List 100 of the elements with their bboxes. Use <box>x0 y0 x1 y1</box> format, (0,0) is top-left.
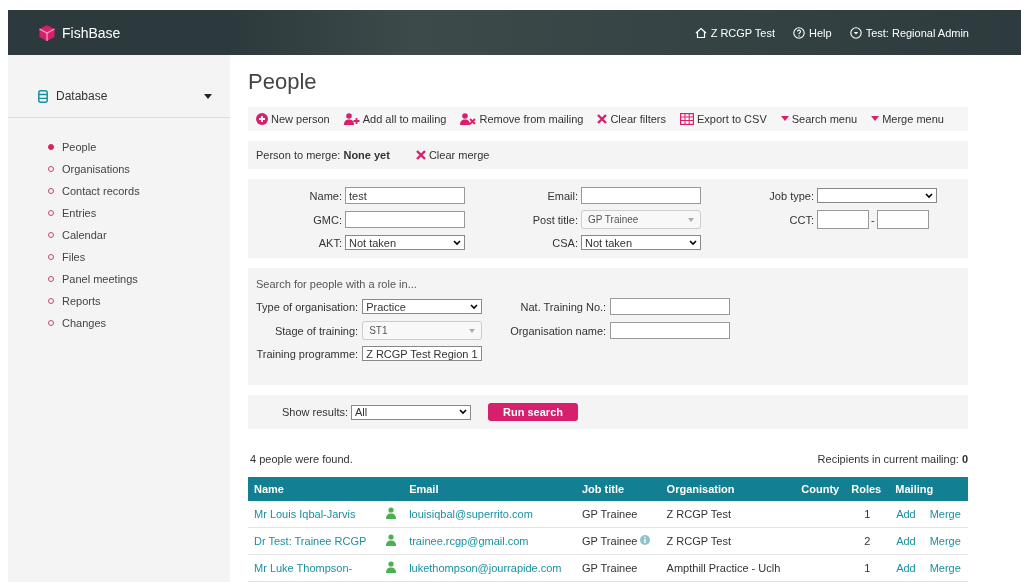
chevron-icon <box>689 239 697 246</box>
dropdown[interactable]: Not taken <box>345 235 465 250</box>
toolbar-link[interactable]: New person <box>256 113 330 125</box>
dropdown-icon <box>849 26 862 39</box>
merge-link[interactable]: Merge <box>929 562 961 574</box>
add-link[interactable]: Add <box>896 508 916 520</box>
add-link[interactable]: Add <box>896 562 916 574</box>
dropdown[interactable]: Z RCGP Test Region 1 <box>362 346 483 361</box>
run-search-button[interactable]: Run search <box>488 403 579 421</box>
user-remove-icon <box>460 113 477 125</box>
sidebar-item[interactable]: Files <box>48 246 230 268</box>
caret-icon <box>688 217 694 222</box>
chevron-icon <box>925 192 933 199</box>
caret-icon[interactable] <box>204 93 212 99</box>
mailing-count: Recipients in current mailing: 0 <box>817 453 968 465</box>
table-cell: Z RCGP Test <box>660 527 793 555</box>
field-label: AKT: <box>317 236 342 249</box>
database-icon <box>38 89 48 103</box>
field-label: Show results: <box>282 406 349 418</box>
column-header: Job title <box>576 477 661 501</box>
column-header: County <box>792 477 846 501</box>
merge-link[interactable]: Merge <box>929 535 961 547</box>
sidebar-item[interactable]: Calendar <box>48 224 230 246</box>
add-link[interactable]: Add <box>896 535 916 547</box>
toolbar-link[interactable]: Search menu <box>780 113 858 125</box>
input-field[interactable] <box>876 210 929 229</box>
caret-icon <box>871 116 880 122</box>
field-label: Stage of training: <box>273 324 359 337</box>
panel-heading: Search for people with a role in... <box>256 278 418 290</box>
field-label: Name: <box>308 189 342 202</box>
field-label: Email: <box>546 189 578 202</box>
table-cell: GP Trainee <box>576 501 661 528</box>
email-link[interactable]: trainee.rcgp@gmail.com <box>409 535 529 547</box>
sidebar-item[interactable]: People <box>48 136 230 158</box>
person-icon <box>386 534 396 546</box>
input-field[interactable]: test <box>345 187 465 204</box>
close-icon <box>597 114 608 124</box>
email-link[interactable]: lukethompson@jourrapide.com <box>409 562 562 574</box>
sidebar-item[interactable]: Entries <box>48 202 230 224</box>
page-title: People <box>248 69 318 95</box>
field-label: Nat. Training No.: <box>519 300 607 313</box>
toolbar-link[interactable]: Add all to mailing <box>343 113 447 125</box>
sidebar-item[interactable]: Organisations <box>48 158 230 180</box>
plus-icon <box>256 113 268 125</box>
column-header: Email <box>403 477 576 501</box>
table-cell: Ampthill Practice - Uclh <box>660 554 793 582</box>
table-cell: 1 <box>845 554 890 582</box>
range-separator: - <box>871 213 875 226</box>
user-add-icon <box>343 113 360 125</box>
input-field[interactable] <box>610 322 731 339</box>
clear-merge-link[interactable]: Clear merge <box>415 149 490 161</box>
person-icon <box>386 561 396 573</box>
brand-name: FishBase <box>62 24 121 41</box>
input-field[interactable] <box>581 187 701 204</box>
dropdown[interactable]: Not taken <box>581 235 701 250</box>
caret-icon <box>780 116 789 122</box>
dropdown[interactable] <box>817 188 937 203</box>
field-label: CCT: <box>788 213 814 226</box>
dropdown[interactable]: Practice <box>362 299 483 314</box>
toolbar-link[interactable]: Merge menu <box>871 113 944 125</box>
dropdown[interactable]: GP Trainee <box>581 210 701 229</box>
toolbar-link[interactable]: Clear filters <box>597 113 667 125</box>
input-field[interactable] <box>610 298 731 315</box>
input-field[interactable] <box>817 210 869 229</box>
close-icon <box>415 150 426 160</box>
nav-link[interactable]: Test: Regional Admin <box>849 26 969 39</box>
input-field[interactable] <box>345 211 465 228</box>
sidebar-title: Database <box>56 89 109 103</box>
table-cell: GP Trainee <box>576 527 661 555</box>
toolbar-link[interactable]: Export to CSV <box>680 113 767 125</box>
person-icon <box>386 507 396 519</box>
sidebar-item[interactable]: Reports <box>48 290 230 312</box>
nav-link[interactable]: Help <box>793 26 832 39</box>
dropdown[interactable]: ST1 <box>362 321 483 340</box>
cube-logo-icon <box>38 23 56 42</box>
dropdown[interactable]: All <box>351 404 472 420</box>
home-icon <box>694 26 707 39</box>
column-header: Name <box>248 477 404 501</box>
email-link[interactable]: louisiqbal@superrito.com <box>409 508 533 520</box>
column-header: Mailing <box>889 477 968 501</box>
merge-status: Person to merge: None yet <box>256 149 390 161</box>
field-label: Post title: <box>531 213 578 226</box>
table-icon <box>680 113 695 125</box>
toolbar-link[interactable]: Remove from mailing <box>460 113 584 125</box>
field-label: GMC: <box>312 213 342 226</box>
table-cell: GP Trainee <box>576 554 661 582</box>
sidebar-item[interactable]: Panel meetings <box>48 268 230 290</box>
help-icon <box>793 26 806 39</box>
chevron-icon <box>453 239 461 246</box>
field-label: Training programme: <box>256 347 359 360</box>
person-link[interactable]: Mr Luke Thompson- <box>254 562 353 574</box>
result-count: 4 people were found. <box>250 453 353 465</box>
person-link[interactable]: Dr Test: Trainee RCGP <box>254 535 367 547</box>
merge-link[interactable]: Merge <box>929 508 961 520</box>
nav-link[interactable]: Z RCGP Test <box>694 26 776 39</box>
sidebar-item[interactable]: Contact records <box>48 180 230 202</box>
sidebar-item[interactable]: Changes <box>48 312 230 334</box>
person-link[interactable]: Mr Louis Iqbal-Jarvis <box>254 508 356 520</box>
field-label: Organisation name: <box>509 324 607 337</box>
chevron-icon <box>459 409 468 415</box>
